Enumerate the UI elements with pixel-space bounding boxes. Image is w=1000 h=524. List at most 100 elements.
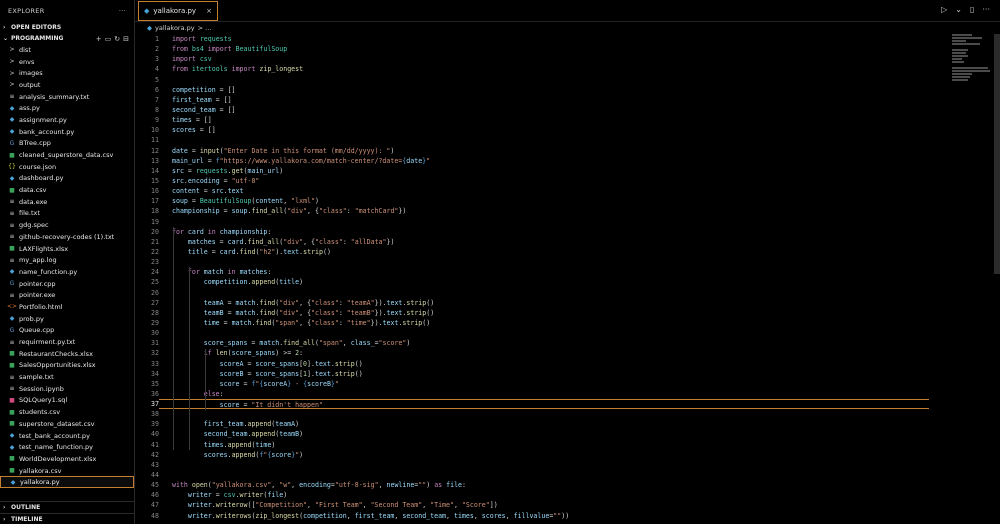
file-tree-item[interactable]: <> Portfolio.html bbox=[0, 301, 134, 313]
file-tree-item[interactable]: Gpointer.cpp bbox=[0, 278, 134, 290]
new-folder-icon[interactable]: ▭ bbox=[105, 35, 112, 43]
code-line[interactable]: 29 time = match.find("span", {"class": "… bbox=[135, 318, 935, 328]
code-line[interactable]: 19 bbox=[135, 217, 935, 227]
file-tree-item[interactable]: ■ RestaurantChecks.xlsx bbox=[0, 348, 134, 360]
split-editor-icon[interactable]: ▯ bbox=[970, 5, 974, 14]
file-tree-item[interactable]: ■ cleaned_superstore_data.csv bbox=[0, 149, 134, 161]
code-line[interactable]: 45 with open("yallakora.csv", "w", encodi… bbox=[135, 480, 935, 490]
file-tree-item[interactable]: ≡ analysis_summary.txt bbox=[0, 91, 134, 103]
file-tree-item[interactable]: > output bbox=[0, 79, 134, 91]
code-line[interactable]: 35 score = f"{scoreA} - {scoreB}" bbox=[135, 379, 935, 389]
code-line[interactable]: 9 times = [] bbox=[135, 115, 935, 125]
code-line[interactable]: 27 teamA = match.find("div", {"class": "… bbox=[135, 298, 935, 308]
code-line[interactable]: 2 from bs4 import BeautifulSoup bbox=[135, 44, 935, 54]
more-actions-icon[interactable]: ··· bbox=[982, 5, 990, 14]
code-line[interactable]: 36 else: bbox=[135, 389, 935, 399]
breadcrumb-rest[interactable]: > ... bbox=[198, 24, 212, 32]
file-tree-item[interactable]: ◆ prob.py bbox=[0, 313, 134, 325]
file-tree-item[interactable]: > envs bbox=[0, 56, 134, 68]
code-line[interactable]: 40 second_team.append(teamB) bbox=[135, 429, 935, 439]
code-line[interactable]: 44 bbox=[135, 470, 935, 480]
file-tree-item[interactable]: G BTree.cpp bbox=[0, 138, 134, 150]
file-tree-item[interactable]: ◆ dashboard.py bbox=[0, 173, 134, 185]
file-tree-item[interactable]: ■ SalesOpportunities.xlsx bbox=[0, 360, 134, 372]
file-tree-item[interactable]: ◆ name_function.py bbox=[0, 266, 134, 278]
code-line[interactable]: 21 matches = card.find_all("div", {"clas… bbox=[135, 237, 935, 247]
file-tree-item[interactable]: ≡ github-recovery-codes (1).txt bbox=[0, 231, 134, 243]
run-dropdown-icon[interactable]: ⌄ bbox=[955, 5, 962, 14]
code-line[interactable]: 20 for card in championship: bbox=[135, 227, 935, 237]
file-tree-item[interactable]: ≡ pointer.exe bbox=[0, 289, 134, 301]
code-line[interactable]: 6 competition = [] bbox=[135, 85, 935, 95]
project-section[interactable]: ⌄ PROGRAMMING + ▭ ↻ ⊟ bbox=[0, 33, 134, 44]
breadcrumb-file[interactable]: yallakora.py bbox=[155, 24, 195, 32]
file-tree-item[interactable]: ◆ bank_account.py bbox=[0, 126, 134, 138]
code-line[interactable]: 7 first_team = [] bbox=[135, 95, 935, 105]
file-tree-item[interactable]: G Queue.cpp bbox=[0, 325, 134, 337]
file-tree-item[interactable]: ≡ sample.txt bbox=[0, 371, 134, 383]
close-icon[interactable]: × bbox=[206, 7, 212, 15]
code-line[interactable]: 32 if len(score_spans) >= 2: bbox=[135, 348, 935, 358]
code-line[interactable]: 16 content = src.text bbox=[135, 186, 935, 196]
refresh-icon[interactable]: ↻ bbox=[114, 35, 120, 43]
collapse-all-icon[interactable]: ⊟ bbox=[123, 35, 129, 43]
file-tree-item[interactable]: ≡ Session.ipynb bbox=[0, 383, 134, 395]
code-line[interactable]: 24 for match in matches: bbox=[135, 267, 935, 277]
code-line[interactable]: 47 writer.writerow(["Competition", "Firs… bbox=[135, 500, 935, 510]
run-icon[interactable]: ▷ bbox=[941, 5, 947, 14]
vertical-scrollbar[interactable] bbox=[994, 34, 1000, 274]
explorer-more-icon[interactable]: ··· bbox=[119, 7, 126, 15]
tab-yallakora-py[interactable]: ◆ yallakora.py × bbox=[138, 0, 218, 21]
file-tree-item[interactable]: > dist bbox=[0, 44, 134, 56]
file-tree-item[interactable]: {} course.json bbox=[0, 161, 134, 173]
code-line[interactable]: 14 src = requests.get(main_url) bbox=[135, 166, 935, 176]
code-line[interactable]: 37 score = "It didn't happen" bbox=[135, 399, 935, 410]
file-tree-item[interactable]: ◆ assignment.py bbox=[0, 114, 134, 126]
code-line[interactable]: 4 from itertools import zip_longest bbox=[135, 64, 935, 74]
code-line[interactable]: 28 teamB = match.find("div", {"class": "… bbox=[135, 308, 935, 318]
file-tree-item[interactable]: ◆ ass.py bbox=[0, 102, 134, 114]
code-line[interactable]: 23 bbox=[135, 257, 935, 267]
code-line[interactable]: 8 second_team = [] bbox=[135, 105, 935, 115]
code-line[interactable]: 26 bbox=[135, 288, 935, 298]
file-tree-item[interactable]: ≡ file.txt bbox=[0, 208, 134, 220]
code-line[interactable]: 48 writer.writerows(zip_longest(competit… bbox=[135, 511, 935, 521]
code-line[interactable]: 5 bbox=[135, 75, 935, 85]
file-tree-item[interactable]: ■ SQLQuery1.sql bbox=[0, 395, 134, 407]
code-line[interactable]: 43 bbox=[135, 460, 935, 470]
code-line[interactable]: 1 import requests bbox=[135, 34, 935, 44]
minimap[interactable] bbox=[952, 34, 992, 94]
code-editor[interactable]: 1 import requests 2 from bs4 import Beautif… bbox=[135, 34, 935, 521]
code-line[interactable]: 3 import csv bbox=[135, 54, 935, 64]
file-tree-item[interactable]: ■ LAXFlights.xlsx bbox=[0, 243, 134, 255]
code-line[interactable]: 10 scores = [] bbox=[135, 125, 935, 135]
new-file-icon[interactable]: + bbox=[96, 35, 102, 43]
outline-section[interactable]: › OUTLINE bbox=[0, 501, 134, 513]
file-tree-item[interactable]: ≡ requirment.py.txt bbox=[0, 336, 134, 348]
file-tree-item[interactable]: ≡ gdg.spec bbox=[0, 219, 134, 231]
code-line[interactable]: 33 scoreA = score_spans[0].text.strip() bbox=[135, 359, 935, 369]
code-line[interactable]: 18 championship = soup.find_all("div", {"… bbox=[135, 206, 935, 216]
file-tree-item[interactable]: ◆ test_name_function.py bbox=[0, 441, 134, 453]
file-tree-item[interactable]: ■ data.csv bbox=[0, 184, 134, 196]
file-tree-item[interactable]: ◆ yallakora.py bbox=[0, 476, 134, 489]
code-line[interactable]: 25 competition.append(title) bbox=[135, 277, 935, 287]
file-tree-item[interactable]: > images bbox=[0, 67, 134, 79]
file-tree-item[interactable]: ■ students.csv bbox=[0, 406, 134, 418]
open-editors-section[interactable]: › OPEN EDITORS bbox=[0, 22, 134, 33]
code-line[interactable]: 34 scoreB = score_spans[1].text.strip() bbox=[135, 369, 935, 379]
file-tree-item[interactable]: ≡ data.exe bbox=[0, 196, 134, 208]
code-line[interactable]: 39 first_team.append(teamA) bbox=[135, 419, 935, 429]
code-line[interactable]: 31 score_spans = match.find_all("span", … bbox=[135, 338, 935, 348]
file-tree-item[interactable]: ≡ my_app.log bbox=[0, 254, 134, 266]
code-line[interactable]: 46 writer = csv.writer(file) bbox=[135, 490, 935, 500]
code-line[interactable]: 30 bbox=[135, 328, 935, 338]
code-line[interactable]: 13 main_url = f"https://www.yallakora.com… bbox=[135, 156, 935, 166]
code-line[interactable]: 22 title = card.find("h2").text.strip() bbox=[135, 247, 935, 257]
code-line[interactable]: 42 scores.append(f"{score}") bbox=[135, 450, 935, 460]
file-tree-item[interactable]: ■ WorldDevelopment.xlsx bbox=[0, 453, 134, 465]
file-tree-item[interactable]: ◆ test_bank_account.py bbox=[0, 430, 134, 442]
code-line[interactable]: 38 bbox=[135, 409, 935, 419]
code-line[interactable]: 15 src.encoding = "utf-8" bbox=[135, 176, 935, 186]
timeline-section[interactable]: › TIMELINE bbox=[0, 513, 134, 524]
